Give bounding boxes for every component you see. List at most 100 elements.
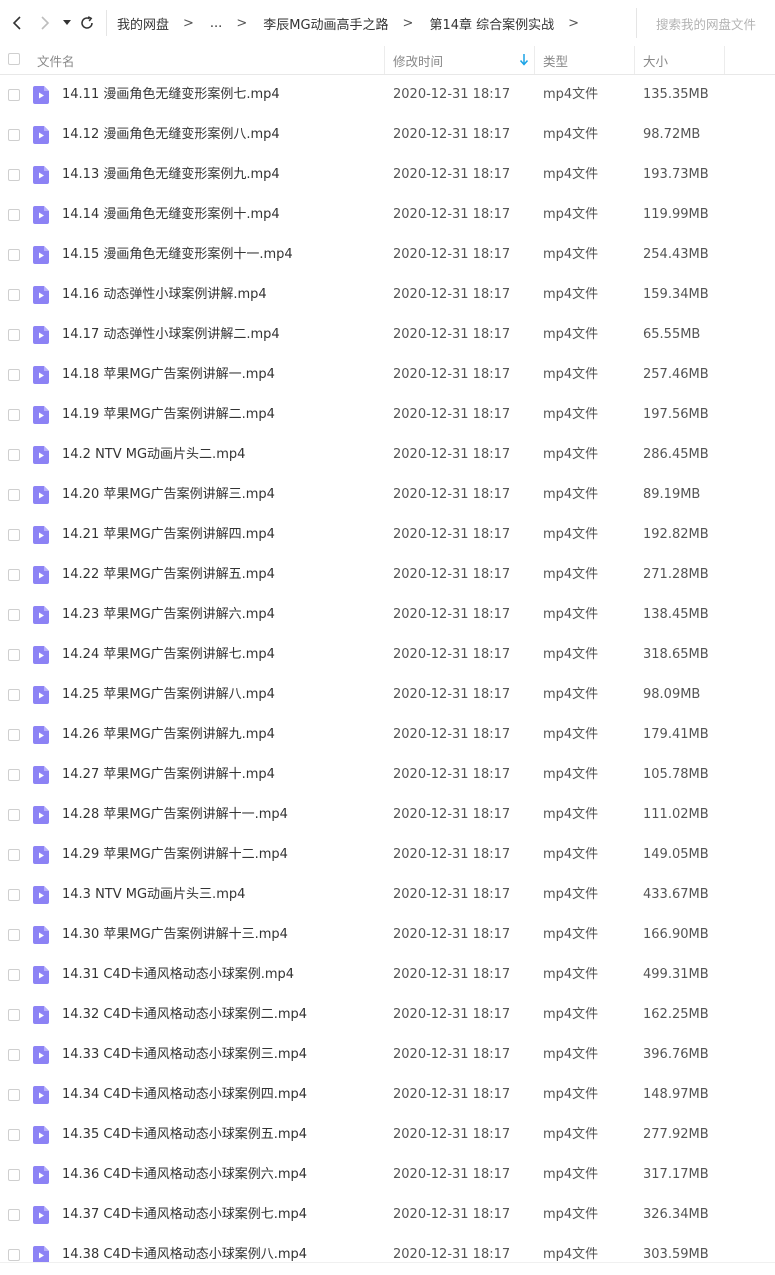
file-row[interactable]: 14.35 C4D卡通风格动态小球案例五.mp4 2020-12-31 18:17…: [0, 1115, 775, 1155]
row-checkbox[interactable]: [8, 209, 20, 221]
file-name[interactable]: 14.18 苹果MG广告案例讲解一.mp4: [62, 355, 275, 395]
file-name[interactable]: 14.11 漫画角色无缝变形案例七.mp4: [62, 75, 280, 115]
row-checkbox[interactable]: [8, 729, 20, 741]
file-name[interactable]: 14.12 漫画角色无缝变形案例八.mp4: [62, 115, 280, 155]
row-checkbox[interactable]: [8, 409, 20, 421]
file-name[interactable]: 14.34 C4D卡通风格动态小球案例四.mp4: [62, 1075, 307, 1115]
row-checkbox[interactable]: [8, 1249, 20, 1261]
row-checkbox[interactable]: [8, 369, 20, 381]
row-checkbox[interactable]: [8, 169, 20, 181]
row-checkbox[interactable]: [8, 249, 20, 261]
file-row[interactable]: 14.3 NTV MG动画片头三.mp4 2020-12-31 18:17 mp4文…: [0, 875, 775, 915]
file-row[interactable]: 14.11 漫画角色无缝变形案例七.mp4 2020-12-31 18:17 mp4…: [0, 75, 775, 115]
forward-button[interactable]: [32, 0, 58, 46]
file-row[interactable]: 14.17 动态弹性小球案例讲解二.mp4 2020-12-31 18:17 mp4…: [0, 315, 775, 355]
file-row[interactable]: 14.32 C4D卡通风格动态小球案例二.mp4 2020-12-31 18:17…: [0, 995, 775, 1035]
file-row[interactable]: 14.19 苹果MG广告案例讲解二.mp4 2020-12-31 18:17 mp4…: [0, 395, 775, 435]
row-checkbox[interactable]: [8, 769, 20, 781]
column-modified[interactable]: 修改时间: [393, 46, 531, 74]
row-checkbox[interactable]: [8, 969, 20, 981]
file-row[interactable]: 14.26 苹果MG广告案例讲解九.mp4 2020-12-31 18:17 mp4…: [0, 715, 775, 755]
file-name[interactable]: 14.27 苹果MG广告案例讲解十.mp4: [62, 755, 275, 795]
refresh-button[interactable]: [76, 0, 98, 46]
breadcrumb-folder[interactable]: 李辰MG动画高手之路: [263, 14, 388, 33]
file-row[interactable]: 14.16 动态弹性小球案例讲解.mp4 2020-12-31 18:17 mp4文…: [0, 275, 775, 315]
file-name[interactable]: 14.19 苹果MG广告案例讲解二.mp4: [62, 395, 275, 435]
file-name[interactable]: 14.35 C4D卡通风格动态小球案例五.mp4: [62, 1115, 307, 1155]
file-row[interactable]: 14.21 苹果MG广告案例讲解四.mp4 2020-12-31 18:17 mp4…: [0, 515, 775, 555]
file-row[interactable]: 14.18 苹果MG广告案例讲解一.mp4 2020-12-31 18:17 mp4…: [0, 355, 775, 395]
file-row[interactable]: 14.29 苹果MG广告案例讲解十二.mp4 2020-12-31 18:17 mp…: [0, 835, 775, 875]
file-row[interactable]: 14.33 C4D卡通风格动态小球案例三.mp4 2020-12-31 18:17…: [0, 1035, 775, 1075]
row-checkbox[interactable]: [8, 489, 20, 501]
file-name[interactable]: 14.31 C4D卡通风格动态小球案例.mp4: [62, 955, 294, 995]
file-row[interactable]: 14.31 C4D卡通风格动态小球案例.mp4 2020-12-31 18:17 m…: [0, 955, 775, 995]
file-row[interactable]: 14.27 苹果MG广告案例讲解十.mp4 2020-12-31 18:17 mp4…: [0, 755, 775, 795]
row-checkbox[interactable]: [8, 689, 20, 701]
file-row[interactable]: 14.14 漫画角色无缝变形案例十.mp4 2020-12-31 18:17 mp4…: [0, 195, 775, 235]
file-name[interactable]: 14.33 C4D卡通风格动态小球案例三.mp4: [62, 1035, 307, 1075]
file-row[interactable]: 14.12 漫画角色无缝变形案例八.mp4 2020-12-31 18:17 mp4…: [0, 115, 775, 155]
file-name[interactable]: 14.23 苹果MG广告案例讲解六.mp4: [62, 595, 275, 635]
file-row[interactable]: 14.24 苹果MG广告案例讲解七.mp4 2020-12-31 18:17 mp4…: [0, 635, 775, 675]
history-dropdown-button[interactable]: [58, 0, 76, 46]
back-button[interactable]: [2, 0, 32, 46]
breadcrumb-root[interactable]: 我的网盘: [117, 14, 169, 33]
row-checkbox[interactable]: [8, 129, 20, 141]
column-size[interactable]: 大小: [643, 46, 668, 74]
row-checkbox[interactable]: [8, 529, 20, 541]
row-checkbox[interactable]: [8, 1089, 20, 1101]
row-checkbox[interactable]: [8, 569, 20, 581]
file-name[interactable]: 14.3 NTV MG动画片头三.mp4: [62, 875, 245, 915]
file-row[interactable]: 14.2 NTV MG动画片头二.mp4 2020-12-31 18:17 mp4文…: [0, 435, 775, 475]
file-name[interactable]: 14.29 苹果MG广告案例讲解十二.mp4: [62, 835, 288, 875]
file-row[interactable]: 14.20 苹果MG广告案例讲解三.mp4 2020-12-31 18:17 mp4…: [0, 475, 775, 515]
breadcrumb-ellipsis[interactable]: ...: [210, 16, 222, 31]
row-checkbox[interactable]: [8, 289, 20, 301]
file-name[interactable]: 14.36 C4D卡通风格动态小球案例六.mp4: [62, 1155, 307, 1195]
column-type[interactable]: 类型: [543, 46, 568, 74]
row-checkbox[interactable]: [8, 1049, 20, 1061]
row-checkbox[interactable]: [8, 449, 20, 461]
file-name[interactable]: 14.14 漫画角色无缝变形案例十.mp4: [62, 195, 280, 235]
row-checkbox[interactable]: [8, 89, 20, 101]
row-checkbox[interactable]: [8, 609, 20, 621]
file-name[interactable]: 14.21 苹果MG广告案例讲解四.mp4: [62, 515, 275, 555]
file-name[interactable]: 14.28 苹果MG广告案例讲解十一.mp4: [62, 795, 288, 835]
file-row[interactable]: 14.37 C4D卡通风格动态小球案例七.mp4 2020-12-31 18:17…: [0, 1195, 775, 1235]
file-row[interactable]: 14.36 C4D卡通风格动态小球案例六.mp4 2020-12-31 18:17…: [0, 1155, 775, 1195]
file-name[interactable]: 14.16 动态弹性小球案例讲解.mp4: [62, 275, 267, 315]
row-checkbox[interactable]: [8, 649, 20, 661]
file-row[interactable]: 14.28 苹果MG广告案例讲解十一.mp4 2020-12-31 18:17 mp…: [0, 795, 775, 835]
file-row[interactable]: 14.15 漫画角色无缝变形案例十一.mp4 2020-12-31 18:17 mp…: [0, 235, 775, 275]
file-row[interactable]: 14.23 苹果MG广告案例讲解六.mp4 2020-12-31 18:17 mp4…: [0, 595, 775, 635]
file-row[interactable]: 14.13 漫画角色无缝变形案例九.mp4 2020-12-31 18:17 mp4…: [0, 155, 775, 195]
row-checkbox[interactable]: [8, 1129, 20, 1141]
file-row[interactable]: 14.25 苹果MG广告案例讲解八.mp4 2020-12-31 18:17 mp4…: [0, 675, 775, 715]
file-name[interactable]: 14.30 苹果MG广告案例讲解十三.mp4: [62, 915, 288, 955]
file-row[interactable]: 14.30 苹果MG广告案例讲解十三.mp4 2020-12-31 18:17 mp…: [0, 915, 775, 955]
breadcrumb-current[interactable]: 第14章 综合案例实战: [429, 14, 554, 33]
file-name[interactable]: 14.24 苹果MG广告案例讲解七.mp4: [62, 635, 275, 675]
file-name[interactable]: 14.13 漫画角色无缝变形案例九.mp4: [62, 155, 280, 195]
row-checkbox[interactable]: [8, 889, 20, 901]
row-checkbox[interactable]: [8, 1009, 20, 1021]
horizontal-scrollbar[interactable]: [0, 1262, 775, 1273]
file-name[interactable]: 14.15 漫画角色无缝变形案例十一.mp4: [62, 235, 293, 275]
file-name[interactable]: 14.25 苹果MG广告案例讲解八.mp4: [62, 675, 275, 715]
file-row[interactable]: 14.22 苹果MG广告案例讲解五.mp4 2020-12-31 18:17 mp4…: [0, 555, 775, 595]
search-input[interactable]: 搜索我的网盘文件: [636, 8, 775, 38]
row-checkbox[interactable]: [8, 329, 20, 341]
file-name[interactable]: 14.22 苹果MG广告案例讲解五.mp4: [62, 555, 275, 595]
file-name[interactable]: 14.37 C4D卡通风格动态小球案例七.mp4: [62, 1195, 307, 1235]
row-checkbox[interactable]: [8, 929, 20, 941]
row-checkbox[interactable]: [8, 849, 20, 861]
file-name[interactable]: 14.17 动态弹性小球案例讲解二.mp4: [62, 315, 280, 355]
row-checkbox[interactable]: [8, 1169, 20, 1181]
row-checkbox[interactable]: [8, 1209, 20, 1221]
file-row[interactable]: 14.34 C4D卡通风格动态小球案例四.mp4 2020-12-31 18:17…: [0, 1075, 775, 1115]
row-checkbox[interactable]: [8, 809, 20, 821]
file-name[interactable]: 14.32 C4D卡通风格动态小球案例二.mp4: [62, 995, 307, 1035]
file-name[interactable]: 14.26 苹果MG广告案例讲解九.mp4: [62, 715, 275, 755]
select-all-checkbox[interactable]: [8, 53, 20, 65]
